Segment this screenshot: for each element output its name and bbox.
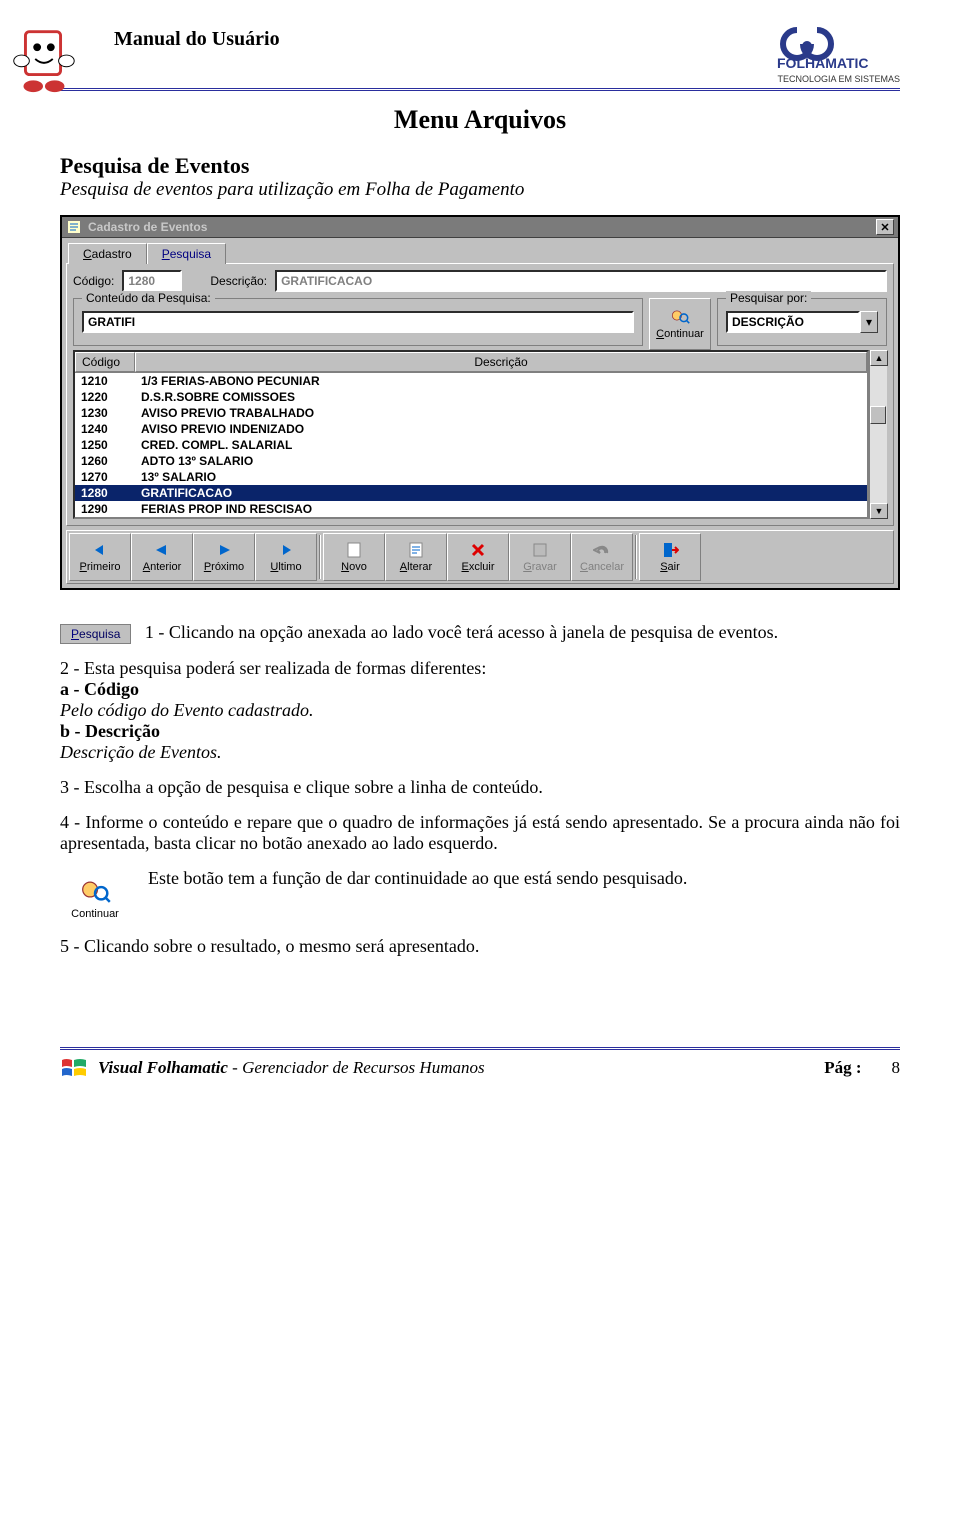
- svg-text:FOLHAMATIC: FOLHAMATIC: [777, 55, 869, 71]
- logo-tagline: TECNOLOGIA EM SISTEMAS: [777, 74, 900, 84]
- continuar-badge-label: ontinuar: [79, 908, 119, 920]
- pesquisar-por-group: DESCRIÇÃO ▾: [717, 298, 887, 346]
- paragraph-4: 4 - Informe o conteúdo e repare que o qu…: [60, 812, 900, 854]
- edit-icon: [406, 541, 426, 559]
- prev-icon: [152, 541, 172, 559]
- delete-icon: [468, 541, 488, 559]
- page-footer: Visual Folhamatic - Gerenciador de Recur…: [60, 1047, 900, 1080]
- descricao-field[interactable]: GRATIFICACAO: [275, 270, 887, 292]
- table-row[interactable]: 12101/3 FERIAS-ABONO PECUNIAR: [75, 373, 867, 389]
- toolbar-label: Novo: [341, 561, 367, 573]
- page-header: Manual do Usuário FOLHAMATIC TECNOLOGIA …: [60, 24, 900, 91]
- toolbar-label: Gravar: [523, 561, 557, 573]
- grid-scrollbar[interactable]: ▲ ▼: [869, 350, 887, 519]
- ultimo-button[interactable]: Ultimo: [255, 533, 317, 581]
- table-row[interactable]: 1250CRED. COMPL. SALARIAL: [75, 437, 867, 453]
- opt-b-desc: Descrição de Eventos.: [60, 742, 221, 762]
- pesquisa-chip: Pesquisa: [60, 624, 131, 644]
- pesquisar-por-combo[interactable]: DESCRIÇÃO ▾: [726, 311, 878, 333]
- opt-a-label: a - Código: [60, 679, 139, 699]
- menu-title: Menu Arquivos: [60, 105, 900, 135]
- sair-button[interactable]: Sair: [639, 533, 701, 581]
- footer-product-bold: Visual Folhamatic: [98, 1058, 228, 1077]
- footer-page-label: Pág :: [824, 1058, 861, 1078]
- record-toolbar: Primeiro Anterior Próximo Ultimo Novo Alterar…: [66, 530, 894, 584]
- codigo-field[interactable]: 1280: [122, 270, 182, 292]
- col-header-descricao[interactable]: Descrição: [135, 352, 867, 372]
- window-title: Cadastro de Eventos: [88, 220, 207, 234]
- alterar-button[interactable]: Alterar: [385, 533, 447, 581]
- opt-a-desc: Pelo código do Evento cadastrado.: [60, 700, 313, 720]
- exit-icon: [660, 541, 680, 559]
- window-icon: [66, 219, 82, 235]
- vendor-logo: FOLHAMATIC TECNOLOGIA EM SISTEMAS: [777, 24, 900, 84]
- header-title: Manual do Usuário: [114, 24, 280, 51]
- table-row[interactable]: 1220D.S.R.SOBRE COMISSOES: [75, 389, 867, 405]
- first-icon: [90, 541, 110, 559]
- opt-b-label: b - Descrição: [60, 721, 160, 741]
- toolbar-label: Próximo: [204, 561, 244, 573]
- paragraph-2: 2 - Esta pesquisa poderá ser realizada d…: [60, 658, 486, 678]
- undo-icon: [592, 541, 612, 559]
- search-character-icon: [79, 878, 111, 906]
- toolbar-label: Alterar: [400, 561, 432, 573]
- toolbar-label: Excluir: [461, 561, 494, 573]
- gravar-button: Gravar: [509, 533, 571, 581]
- toolbar-label: Primeiro: [80, 561, 121, 573]
- continuar-button[interactable]: Continuar: [649, 298, 711, 350]
- search-character-icon: [670, 306, 690, 328]
- tab-pesquisa[interactable]: Pesquisa: [147, 243, 226, 264]
- mascot-icon: [4, 18, 82, 96]
- descricao-label: Descrição:: [210, 274, 267, 288]
- section-subtitle: Pesquisa de eventos para utilização em F…: [60, 179, 900, 201]
- tab-cadastro[interactable]: Cadastro: [68, 243, 147, 264]
- chevron-down-icon[interactable]: ▾: [860, 311, 878, 333]
- codigo-label: Código:: [73, 274, 114, 288]
- save-icon: [530, 541, 550, 559]
- toolbar-label: Ultimo: [270, 561, 301, 573]
- table-row[interactable]: 1280GRATIFICACAO: [75, 485, 867, 501]
- primeiro-button[interactable]: Primeiro: [69, 533, 131, 581]
- next-icon: [214, 541, 234, 559]
- cancelar-button: Cancelar: [571, 533, 633, 581]
- toolbar-label: Anterior: [143, 561, 182, 573]
- toolbar-label: Cancelar: [580, 561, 624, 573]
- windows-flag-icon: [60, 1056, 88, 1080]
- anterior-button[interactable]: Anterior: [131, 533, 193, 581]
- table-row[interactable]: 1260ADTO 13º SALARIO: [75, 453, 867, 469]
- paragraph-3: 3 - Escolha a opção de pesquisa e clique…: [60, 777, 900, 798]
- paragraph-5: 5 - Clicando sobre o resultado, o mesmo …: [60, 936, 900, 957]
- paragraph-1: 1 - Clicando na opção anexada ao lado vo…: [145, 622, 778, 642]
- footer-page-num: 8: [892, 1058, 901, 1078]
- results-grid[interactable]: Código Descrição 12101/3 FERIAS-ABONO PE…: [73, 350, 869, 519]
- last-icon: [276, 541, 296, 559]
- pesquisar-por-value: DESCRIÇÃO: [726, 311, 860, 333]
- novo-button[interactable]: Novo: [323, 533, 385, 581]
- scroll-down-icon[interactable]: ▼: [870, 503, 888, 519]
- scroll-up-icon[interactable]: ▲: [870, 350, 888, 366]
- footer-product-rest: - Gerenciador de Recursos Humanos: [228, 1058, 485, 1077]
- conteudo-input[interactable]: GRATIFI: [82, 311, 634, 333]
- table-row[interactable]: 1240AVISO PREVIO INDENIZADO: [75, 421, 867, 437]
- table-row[interactable]: 1230AVISO PREVIO TRABALHADO: [75, 405, 867, 421]
- new-icon: [344, 541, 364, 559]
- table-row[interactable]: 1290FERIAS PROP IND RESCISAO: [75, 501, 867, 517]
- section-title: Pesquisa de Eventos: [60, 153, 900, 179]
- conteudo-group: GRATIFI: [73, 298, 643, 346]
- close-button[interactable]: ✕: [876, 219, 894, 235]
- cadastro-eventos-window: Cadastro de Eventos ✕ Cadastro Pesquisa …: [60, 215, 900, 590]
- scroll-thumb[interactable]: [870, 406, 886, 424]
- col-header-codigo[interactable]: Código: [75, 352, 135, 372]
- table-row[interactable]: 127013º SALARIO: [75, 469, 867, 485]
- continuar-text: Este botão tem a função de dar continuid…: [60, 868, 900, 889]
- excluir-button[interactable]: Excluir: [447, 533, 509, 581]
- continuar-badge: Continuar: [60, 868, 130, 930]
- proximo-button[interactable]: Próximo: [193, 533, 255, 581]
- toolbar-label: Sair: [660, 561, 680, 573]
